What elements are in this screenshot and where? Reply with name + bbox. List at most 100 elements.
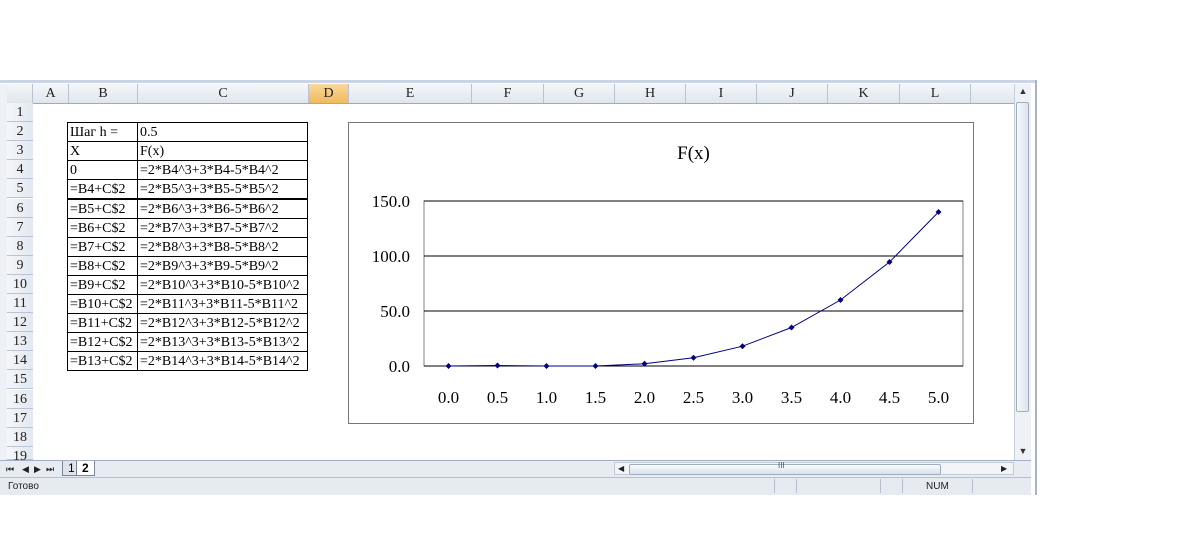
row-header-8[interactable]: 8 — [7, 236, 33, 256]
x-tick-label: 3.0 — [732, 388, 753, 407]
data-point — [690, 354, 697, 361]
cell-b3[interactable]: X — [67, 141, 138, 162]
column-header-l[interactable]: L — [900, 84, 971, 103]
vertical-scroll-thumb[interactable] — [1016, 102, 1029, 412]
column-header-bar: ABCDEFGHIJKL — [0, 84, 1014, 104]
cell-b14[interactable]: =B13+C$2 — [67, 351, 138, 372]
row-header-4[interactable]: 4 — [7, 160, 33, 180]
scroll-up-icon[interactable]: ▲ — [1015, 86, 1031, 96]
column-header-g[interactable]: G — [544, 84, 615, 103]
row-header-16[interactable]: 16 — [7, 389, 33, 409]
scroll-left-icon[interactable]: ◀ — [618, 461, 624, 477]
column-header-d[interactable]: D — [309, 84, 349, 103]
cell-b13[interactable]: =B12+C$2 — [67, 332, 138, 353]
cell-c4[interactable]: =2*B4^3+3*B4-5*B4^2 — [137, 160, 308, 181]
data-point — [445, 363, 452, 369]
cell-b9[interactable]: =B8+C$2 — [67, 255, 138, 276]
data-point — [788, 324, 795, 331]
column-header-k[interactable]: K — [828, 84, 900, 103]
chart-canvas: F(x) 0.0 50.0 100.0 150.0 0.0 0.5 1.0 1.5 2.0 2.5 3… — [372, 143, 964, 407]
cell-b10[interactable]: =B9+C$2 — [67, 274, 138, 295]
last-sheet-icon[interactable]: ⏭ — [46, 461, 54, 477]
cell-b6[interactable]: =B5+C$2 — [67, 198, 138, 219]
status-ready: Готово — [8, 481, 39, 492]
column-header-c[interactable]: C — [138, 84, 309, 103]
cell-b12[interactable]: =B11+C$2 — [67, 313, 138, 334]
column-header-e[interactable]: E — [349, 84, 472, 103]
chart-title: F(x) — [677, 143, 710, 164]
cell-c13[interactable]: =2*B13^3+3*B13-5*B13^2 — [137, 332, 308, 353]
row-header-1[interactable]: 1 — [7, 103, 33, 122]
x-tick-label: 0.5 — [487, 388, 508, 407]
cell-c11[interactable]: =2*B11^3+3*B11-5*B11^2 — [137, 294, 308, 315]
row-header-3[interactable]: 3 — [7, 141, 33, 161]
row-header-5[interactable]: 5 — [7, 179, 33, 199]
column-header-j[interactable]: J — [757, 84, 828, 103]
scroll-down-icon[interactable]: ▼ — [1015, 446, 1031, 456]
cell-c9[interactable]: =2*B9^3+3*B9-5*B9^2 — [137, 255, 308, 276]
data-point — [543, 363, 550, 369]
status-field — [902, 479, 925, 493]
row-header-18[interactable]: 18 — [7, 427, 33, 447]
column-header-f[interactable]: F — [472, 84, 544, 103]
spreadsheet-window: ABCDEFGHIJKL 1 2 3 4 5 6 7 8 9 10 11 12 13 14 15 16 17 18… — [0, 80, 1037, 495]
x-tick-label: 4.0 — [830, 388, 851, 407]
plot-area — [423, 200, 964, 367]
embedded-chart[interactable]: F(x) 0.0 50.0 100.0 150.0 0.0 0.5 1.0 1.5 2.0 2.5 3… — [348, 122, 974, 424]
cell-c5[interactable]: =2*B5^3+3*B5-5*B5^2 — [137, 179, 308, 200]
cell-b11[interactable]: =B10+C$2 — [67, 294, 138, 315]
row-header-7[interactable]: 7 — [7, 217, 33, 237]
column-header-i[interactable]: I — [686, 84, 757, 103]
cell-c10[interactable]: =2*B10^3+3*B10-5*B10^2 — [137, 274, 308, 295]
y-tick-label: 150.0 — [372, 192, 410, 211]
row-header-19[interactable]: 19 — [7, 446, 33, 464]
y-tick-label: 50.0 — [380, 302, 410, 321]
scroll-grip-icon: III — [778, 461, 785, 470]
first-sheet-icon[interactable]: ⏮ — [6, 461, 14, 477]
row-header-13[interactable]: 13 — [7, 332, 33, 352]
num-lock-indicator: NUM — [926, 481, 949, 492]
column-header-h[interactable]: H — [615, 84, 686, 103]
cell-b8[interactable]: =B7+C$2 — [67, 236, 138, 257]
next-sheet-icon[interactable]: ▶ — [34, 461, 41, 477]
x-tick-label: 1.5 — [585, 388, 606, 407]
series-line — [448, 211, 939, 367]
cell-c12[interactable]: =2*B12^3+3*B12-5*B12^2 — [137, 313, 308, 334]
select-all-corner[interactable] — [7, 84, 33, 103]
cell-b7[interactable]: =B6+C$2 — [67, 217, 138, 238]
sheet-tab-2[interactable]: 2 — [76, 461, 95, 476]
x-tick-label: 2.5 — [683, 388, 704, 407]
cell-c2[interactable]: 0.5 — [137, 122, 308, 143]
vertical-scrollbar[interactable]: ▲ ▼ — [1014, 84, 1031, 460]
row-header-6[interactable]: 6 — [7, 198, 33, 218]
data-point — [494, 362, 501, 369]
row-header-9[interactable]: 9 — [7, 255, 33, 275]
row-header-14[interactable]: 14 — [7, 351, 33, 371]
cell-b4[interactable]: 0 — [67, 160, 138, 181]
y-tick-label: 0.0 — [389, 357, 410, 376]
cell-b5[interactable]: =B4+C$2 — [67, 179, 138, 200]
x-tick-label: 0.0 — [438, 388, 459, 407]
row-header-15[interactable]: 15 — [7, 370, 33, 390]
horizontal-scroll-thumb[interactable]: III — [629, 461, 941, 475]
row-header-17[interactable]: 17 — [7, 408, 33, 428]
row-header-2[interactable]: 2 — [7, 122, 33, 142]
prev-sheet-icon[interactable]: ◀ — [22, 461, 29, 477]
status-bar: Готово NUM — [0, 477, 1031, 495]
cell-b2[interactable]: Шаг h = — [67, 122, 138, 143]
row-header-12[interactable]: 12 — [7, 313, 33, 333]
column-header-a[interactable]: A — [33, 84, 69, 103]
cell-c14[interactable]: =2*B14^3+3*B14-5*B14^2 — [137, 351, 308, 372]
row-header-10[interactable]: 10 — [7, 274, 33, 294]
row-header-11[interactable]: 11 — [7, 294, 33, 313]
horizontal-scrollbar[interactable]: ◀ III ▶ — [614, 461, 1014, 477]
cell-c8[interactable]: =2*B8^3+3*B8-5*B8^2 — [137, 236, 308, 257]
x-tick-label: 3.5 — [781, 388, 802, 407]
scroll-right-icon[interactable]: ▶ — [1001, 461, 1007, 477]
data-point — [739, 343, 746, 350]
left-margin — [0, 84, 7, 460]
cell-c7[interactable]: =2*B7^3+3*B7-5*B7^2 — [137, 217, 308, 238]
column-header-b[interactable]: B — [69, 84, 138, 103]
cell-c3[interactable]: F(x) — [137, 141, 308, 162]
cell-c6[interactable]: =2*B6^3+3*B6-5*B6^2 — [137, 198, 308, 219]
